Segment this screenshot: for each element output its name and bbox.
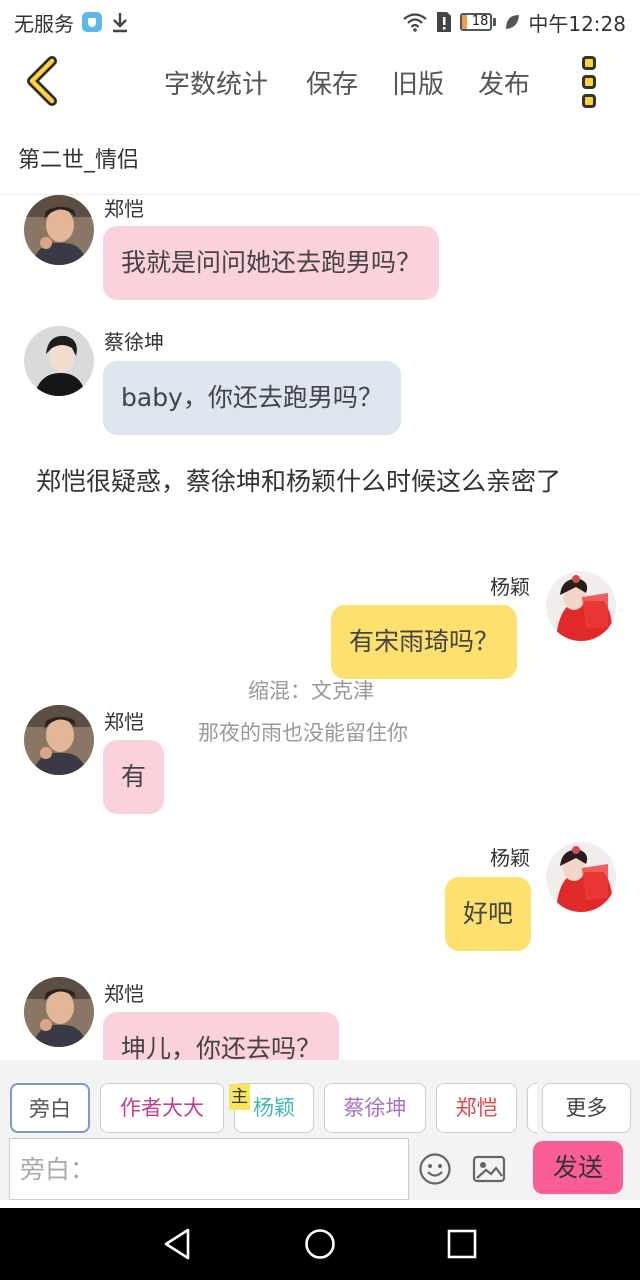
nav-home-icon[interactable] [302,1226,338,1262]
watermark-line-2: 那夜的雨也没能留住你 [198,721,408,745]
narration-text[interactable]: 郑恺很疑惑，蔡徐坤和杨颖什么时候这么亲密了 [36,465,616,499]
message-sender: 郑恺 [104,710,144,734]
message-bubble[interactable]: 好吧 [445,877,532,951]
status-bar: 无服务 18 中午12:28 [0,0,640,44]
old-version-button[interactable]: 旧版 [392,64,444,101]
message-sender: 杨颖 [490,846,530,870]
image-icon[interactable] [472,1152,506,1186]
role-zhengkai[interactable]: 郑恺 [436,1083,517,1133]
message-bubble[interactable]: baby，你还去跑男吗？ [103,361,401,435]
avatar-yangying[interactable] [546,571,616,641]
main-role-tag: 主 [229,1084,250,1110]
message-sender: 杨颖 [490,575,530,599]
avatar-caixukun[interactable] [24,326,94,396]
role-overflow[interactable] [527,1083,537,1133]
save-button[interactable]: 保存 [306,64,358,101]
avatar-yangying[interactable] [546,842,616,912]
avatar-zhengkai[interactable] [24,195,94,265]
chat-list[interactable]: 郑恺 我就是问问她还去跑男吗？ 蔡徐坤 baby，你还去跑男吗？ 郑恺很疑惑，蔡… [0,195,640,1060]
message-bubble[interactable]: 我就是问问她还去跑男吗？ [103,226,440,300]
avatar-zhengkai[interactable] [24,705,94,775]
battery-level: 18 [471,14,489,29]
status-right: 18 中午12:28 [402,8,626,37]
role-narrator[interactable]: 旁白 [10,1083,90,1133]
send-button[interactable]: 发送 [533,1141,623,1194]
message-input-box[interactable] [9,1138,409,1200]
nav-back-icon[interactable] [160,1226,196,1262]
system-nav-bar [0,1208,640,1280]
publish-button[interactable]: 发布 [478,64,530,101]
status-left: 无服务 [14,8,130,37]
message-bubble[interactable]: 坤儿，你还去吗？ [103,1012,340,1060]
back-button[interactable] [22,56,66,106]
leaf-icon [506,15,520,29]
chapter-title: 第二世_情侣 [18,148,140,173]
message-sender: 郑恺 [104,982,144,1006]
sim-alert-icon [437,12,452,32]
message-bubble[interactable]: 有 [103,740,165,814]
more-vertical-icon[interactable] [576,54,602,110]
role-author[interactable]: 作者大大 [100,1083,224,1133]
download-icon [113,13,127,33]
watermark-line-1: 缩混：文克津 [248,679,374,703]
clock: 中午12:28 [528,11,626,36]
avatar-zhengkai[interactable] [24,977,94,1047]
message-sender: 郑恺 [104,197,144,221]
message-sender: 蔡徐坤 [104,330,164,354]
shield-icon [82,12,102,32]
word-count-button[interactable]: 字数统计 [164,64,268,101]
message-input[interactable] [10,1139,408,1199]
carrier-text: 无服务 [14,11,74,36]
wifi-icon [403,13,428,32]
editor-toolbar: 字数统计 保存 旧版 发布 [0,44,640,120]
smiley-icon[interactable] [418,1152,452,1186]
composer-panel: 旁白 作者大大 杨颖 主 蔡徐坤 郑恺 更多 发送 [0,1060,640,1200]
more-roles-button[interactable]: 更多 [542,1083,631,1133]
nav-recents-icon[interactable] [444,1226,480,1262]
role-caixukun[interactable]: 蔡徐坤 [324,1083,426,1133]
battery-icon: 18 [460,13,497,31]
chevron-left-icon [27,56,57,106]
message-bubble[interactable]: 有宋雨琦吗？ [331,605,518,679]
